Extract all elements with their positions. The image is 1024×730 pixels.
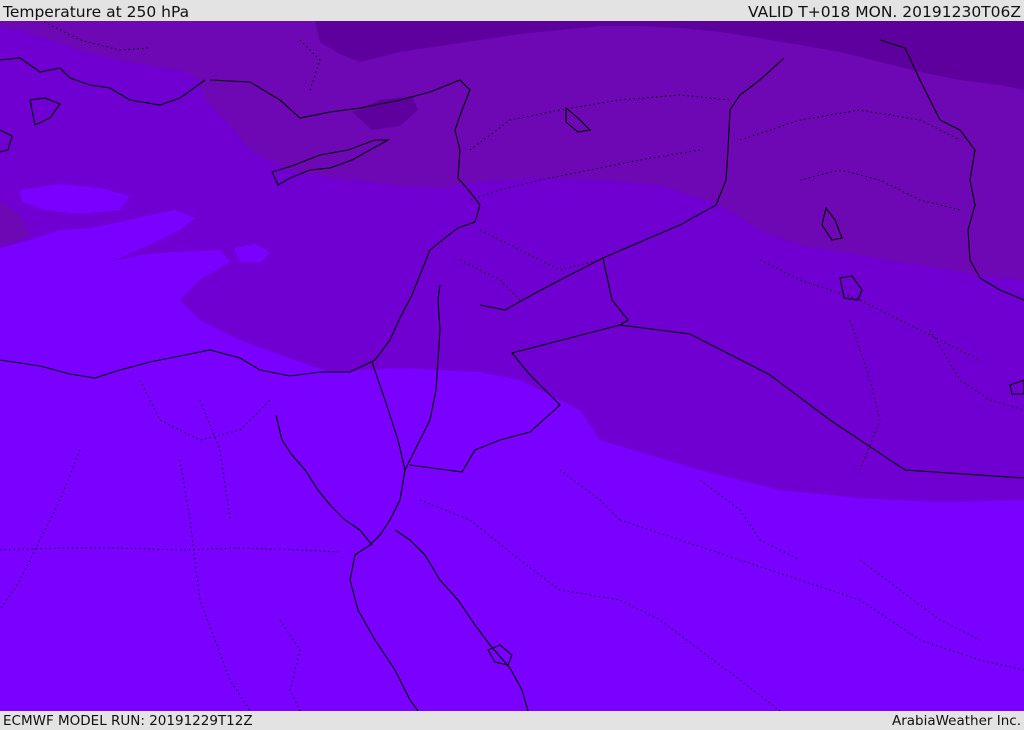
model-run: ECMWF MODEL RUN: 20191229T12Z — [3, 713, 253, 729]
map-title: Temperature at 250 hPa — [3, 3, 190, 21]
header-bar: Temperature at 250 hPa VALID T+018 MON. … — [0, 0, 1024, 21]
footer-bar: ECMWF MODEL RUN: 20191229T12Z ArabiaWeat… — [0, 711, 1024, 729]
brand-label: ArabiaWeather Inc. — [891, 713, 1021, 729]
temperature-map — [0, 21, 1024, 711]
valid-time: VALID T+018 MON. 20191230T06Z — [748, 3, 1021, 21]
